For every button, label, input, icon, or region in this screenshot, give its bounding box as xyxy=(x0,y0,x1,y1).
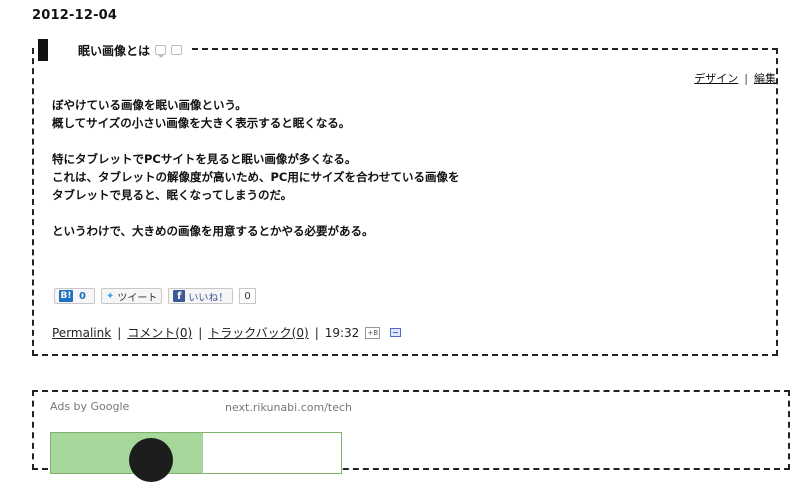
paragraph-line: ぼやけている画像を眠い画像という。 xyxy=(52,98,247,112)
ads-by-google-label[interactable]: Ads by Google xyxy=(50,400,129,413)
comments-link[interactable]: コメント(0) xyxy=(127,324,192,341)
paragraph-line: 概してサイズの小さい画像を大きく表示すると眠くなる。 xyxy=(52,116,351,130)
facebook-like-count: 0 xyxy=(239,288,256,304)
hatena-bookmark-icon: B! xyxy=(59,290,73,302)
comment-list-icon[interactable] xyxy=(390,328,402,337)
ad-block: Ads by Google next.rikunabi.com/tech xyxy=(32,390,790,482)
footer-separator: | xyxy=(117,325,122,340)
tweet-label: ツイート xyxy=(117,292,158,304)
footer-separator: | xyxy=(314,325,319,340)
entry-time: 19:32 xyxy=(324,325,360,340)
entry-title[interactable]: 眠い画像とは xyxy=(78,42,150,59)
trackback-link[interactable]: トラックバック(0) xyxy=(208,324,308,341)
paragraph-1: ぼやけている画像を眠い画像という。 概してサイズの小さい画像を大きく表示すると眠… xyxy=(52,96,752,132)
tweet-button[interactable]: ✦ ツイート xyxy=(100,288,163,304)
paragraph-line: これは、タブレットの解像度が高いため、PC用にサイズを合わせている画像を xyxy=(52,170,460,184)
ad-image-panel xyxy=(203,433,341,473)
hatena-bookmark-add-icon[interactable]: +B xyxy=(365,326,381,339)
ad-image-shape xyxy=(129,438,173,482)
facebook-icon: f xyxy=(173,290,186,302)
footer-separator: | xyxy=(198,325,203,340)
edit-link[interactable]: 編集 xyxy=(754,72,776,85)
social-buttons: B! 0 ✦ ツイート f いいね！ 0 xyxy=(54,288,256,304)
edit-links: デザイン | 編集 xyxy=(694,70,776,86)
bookmark-icon[interactable] xyxy=(171,45,183,55)
paragraph-line: というわけで、大きめの画像を用意するとかやる必要がある。 xyxy=(52,224,374,238)
entry-title-row: 眠い画像とは xyxy=(34,38,189,62)
facebook-like-button[interactable]: f いいね！ xyxy=(168,288,234,304)
paragraph-line: タブレットで見ると、眠くなってしまうのだ。 xyxy=(52,188,293,202)
title-marker xyxy=(38,39,48,61)
entry-footer: Permalink | コメント(0) | トラックバック(0) | 19:32… xyxy=(52,324,402,341)
entry-body: ぼやけている画像を眠い画像という。 概してサイズの小さい画像を大きく表示すると眠… xyxy=(52,96,752,240)
paragraph-line: 特にタブレットでPCサイトを見ると眠い画像が多くなる。 xyxy=(52,152,357,166)
ad-url[interactable]: next.rikunabi.com/tech xyxy=(202,400,352,415)
hatena-bookmark-count: 0 xyxy=(79,290,86,302)
design-link[interactable]: デザイン xyxy=(694,72,738,85)
twitter-bird-icon: ✦ xyxy=(105,290,115,302)
paragraph-3: というわけで、大きめの画像を用意するとかやる必要がある。 xyxy=(52,222,752,240)
paragraph-2: 特にタブレットでPCサイトを見ると眠い画像が多くなる。 これは、タブレットの解像… xyxy=(52,150,752,204)
permalink-link[interactable]: Permalink xyxy=(52,326,111,340)
hatena-bookmark-button[interactable]: B! 0 xyxy=(54,288,95,304)
entry-date: 2012-12-04 xyxy=(32,8,118,23)
comment-icon[interactable] xyxy=(155,45,167,58)
ad-image[interactable] xyxy=(50,432,342,482)
like-label: いいね！ xyxy=(188,292,229,304)
edit-separator: | xyxy=(744,72,748,85)
blog-entry: 眠い画像とは デザイン | 編集 ぼやけている画像を眠い画像という。 概してサイズの… xyxy=(32,38,778,356)
